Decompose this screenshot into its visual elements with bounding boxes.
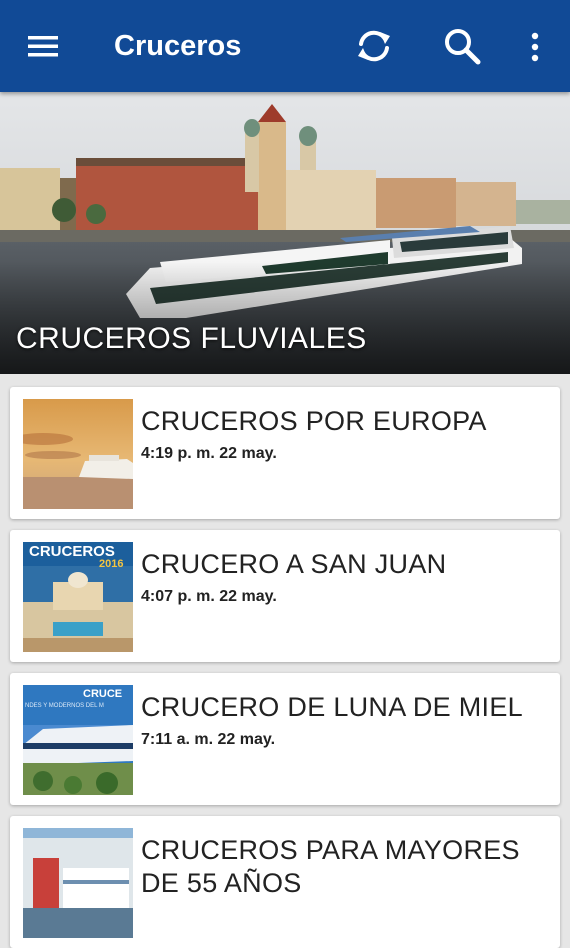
app-title: Cruceros: [114, 30, 242, 62]
sunset-ship-image: [23, 399, 133, 509]
search-icon[interactable]: [440, 24, 484, 68]
thumb-subcaption: NDES Y MODERNOS DEL M: [25, 703, 104, 709]
thumbnail: CRUCEROS 2016: [23, 542, 133, 652]
list-item[interactable]: CRUCE NDES Y MODERNOS DEL M CRUCERO DE L…: [10, 673, 560, 805]
thumbnail: [23, 399, 133, 509]
refresh-icon[interactable]: [352, 24, 396, 68]
hero-title: CRUCEROS FLUVIALES: [16, 322, 367, 355]
item-title: CRUCEROS POR EUROPA: [141, 406, 487, 436]
thumb-year: 2016: [99, 558, 123, 570]
menu-icon[interactable]: [24, 28, 66, 64]
list-item[interactable]: CRUCEROS PARA MAYORES DE 55 AÑOS: [10, 816, 560, 948]
list-item[interactable]: CRUCEROS 2016 CRUCERO A SAN JUAN 4:07 p.…: [10, 530, 560, 662]
cruise-ship-image: CRUCE NDES Y MODERNOS DEL M: [23, 685, 133, 795]
item-title: CRUCERO A SAN JUAN: [141, 549, 447, 579]
more-vert-icon[interactable]: [520, 26, 550, 68]
item-timestamp: 4:07 p. m. 22 may.: [141, 588, 277, 605]
list-item[interactable]: CRUCEROS POR EUROPA 4:19 p. m. 22 may.: [10, 387, 560, 519]
hero-banner[interactable]: CRUCEROS FLUVIALES: [0, 92, 570, 374]
item-timestamp: 4:19 p. m. 22 may.: [141, 445, 277, 462]
item-timestamp: 7:11 a. m. 22 may.: [141, 731, 276, 748]
item-title: CRUCERO DE LUNA DE MIEL: [141, 692, 523, 722]
thumbnail: [23, 828, 133, 938]
item-title: CRUCEROS PARA MAYORES DE 55 AÑOS: [141, 835, 520, 898]
ship-stern-image: [23, 828, 133, 938]
cruise-deck-image: CRUCEROS 2016: [23, 542, 133, 652]
thumb-caption: CRUCE: [83, 688, 122, 700]
app-bar: Cruceros: [0, 0, 570, 92]
thumbnail: CRUCE NDES Y MODERNOS DEL M: [23, 685, 133, 795]
